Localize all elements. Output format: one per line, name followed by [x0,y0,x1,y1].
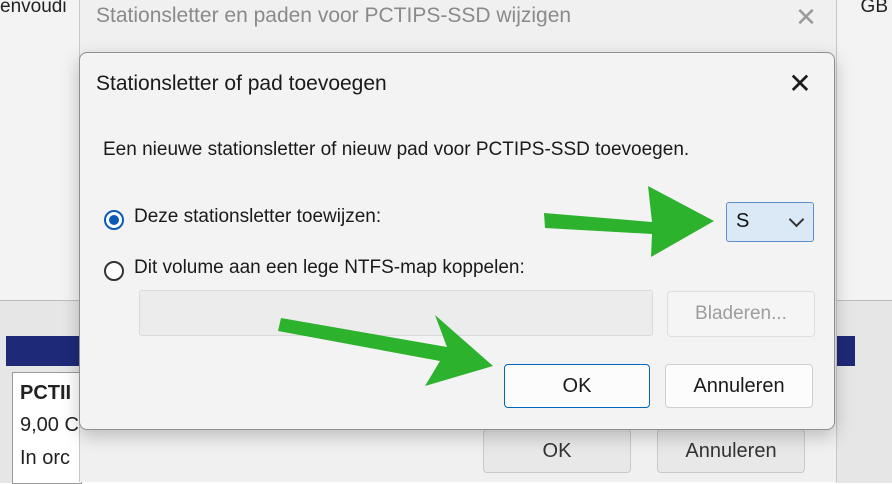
cancel-button[interactable]: Annuleren [665,364,813,408]
drive-letter-dropdown[interactable]: S [726,202,814,242]
folder-path-input[interactable] [139,290,653,336]
close-icon[interactable]: ✕ [780,69,820,103]
parent-cancel-button[interactable]: Annuleren [657,429,805,473]
partition-header-bar-right [835,336,855,366]
parent-ok-button[interactable]: OK [483,429,631,473]
drive-letter-value: S [736,210,750,232]
disk-panel-right [835,300,892,483]
assign-letter-label[interactable]: Deze stationsletter toewijzen: [134,206,381,228]
parent-close-icon[interactable]: ✕ [786,0,826,34]
partition-header-bar [6,336,80,366]
dialog-title: Stationsletter of pad toevoegen [96,72,387,95]
add-drive-letter-dialog: Stationsletter of pad toevoegen ✕ Een ni… [79,52,835,430]
chevron-down-icon [788,211,805,228]
dialog-description: Een nieuwe stationsletter of nieuw pad v… [103,139,690,160]
background-volume-type-text: envoudi [0,0,67,17]
background-size-unit-text: GB [860,0,888,17]
mount-folder-radio[interactable] [104,261,124,281]
volume-size: 9,00 C [20,414,79,436]
parent-dialog-title: Stationsletter en paden voor PCTIPS-SSD … [96,4,572,27]
volume-name: PCTII [20,382,72,404]
mount-folder-label[interactable]: Dit volume aan een lege NTFS-map koppele… [134,257,525,279]
volume-status: In orc [20,447,71,469]
ok-button[interactable]: OK [504,364,650,408]
browse-button[interactable]: Bladeren... [667,291,815,337]
assign-letter-radio[interactable] [104,210,124,230]
